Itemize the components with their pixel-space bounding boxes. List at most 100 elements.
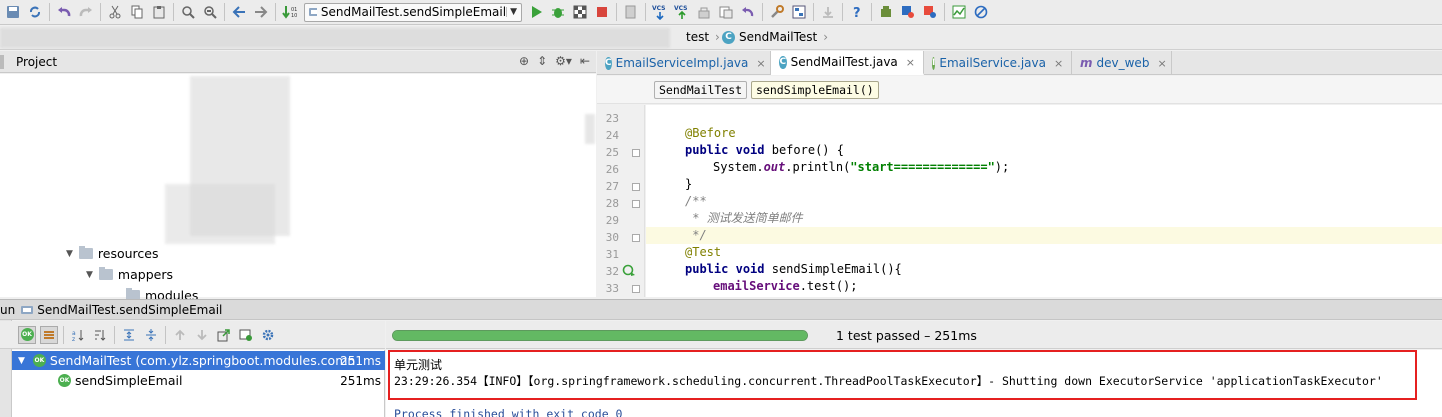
sdk-manager-icon[interactable] bbox=[819, 3, 837, 21]
fold-marker-icon[interactable] bbox=[632, 200, 640, 208]
line-number: 33 bbox=[605, 282, 619, 295]
save-icon[interactable] bbox=[4, 3, 22, 21]
keyword: public bbox=[685, 262, 729, 276]
chevron-down-icon[interactable]: ▼ bbox=[66, 249, 73, 259]
forward-icon[interactable] bbox=[252, 3, 270, 21]
find-icon[interactable] bbox=[179, 3, 197, 21]
interface-icon: I bbox=[932, 56, 936, 70]
test-suite-row[interactable]: ▼ OK SendMailTest (com.ylz.springboot.mo… bbox=[12, 351, 385, 370]
tab-sendmailtest[interactable]: C SendMailTest.java × bbox=[771, 51, 924, 75]
line-number: 30 bbox=[605, 231, 619, 244]
run-configuration-label: SendMailTest.sendSimpleEmail bbox=[320, 5, 507, 19]
debug-icon[interactable] bbox=[549, 3, 567, 21]
tab-emailserviceimpl[interactable]: C EmailServiceImpl.java × bbox=[597, 51, 771, 75]
chevron-right-icon: › bbox=[715, 30, 720, 44]
hide-icon[interactable]: ⇤ bbox=[580, 54, 590, 68]
breadcrumb-class[interactable]: C SendMailTest › bbox=[722, 30, 834, 44]
vcs-history-icon[interactable] bbox=[717, 3, 735, 21]
run-test-gutter-icon[interactable] bbox=[622, 263, 636, 277]
next-failed-icon[interactable] bbox=[193, 326, 211, 344]
code-text: System. bbox=[713, 160, 764, 174]
breadcrumb-class-sendmailtest[interactable]: SendMailTest bbox=[654, 81, 748, 99]
tree-item-mappers[interactable]: ▼ mappers bbox=[86, 267, 173, 282]
back-icon[interactable] bbox=[230, 3, 248, 21]
collapse-icon[interactable]: ⇕ bbox=[537, 54, 547, 68]
tab-label: SendMailTest.java bbox=[790, 55, 898, 69]
project-panel-title: Project bbox=[16, 54, 58, 69]
fold-marker-icon[interactable] bbox=[632, 234, 640, 242]
undo-icon[interactable] bbox=[55, 3, 73, 21]
run-panel-title[interactable]: SendMailTest.sendSimpleEmail bbox=[37, 303, 222, 317]
gear-icon[interactable] bbox=[259, 326, 277, 344]
static-field: out bbox=[763, 160, 786, 174]
run-configuration-select[interactable]: SendMailTest.sendSimpleEmail ▼ bbox=[304, 2, 522, 22]
settings-icon[interactable] bbox=[768, 3, 786, 21]
code-line-26: System.out.println("start=============")… bbox=[646, 159, 1442, 176]
keyword: void bbox=[735, 143, 765, 157]
vcs-update-icon[interactable]: VCS bbox=[651, 3, 669, 21]
sort-alpha-icon[interactable]: az bbox=[69, 326, 87, 344]
disable-icon[interactable] bbox=[972, 3, 990, 21]
stop-icon[interactable] bbox=[593, 3, 611, 21]
plugin-icon[interactable] bbox=[899, 3, 917, 21]
sync-icon[interactable] bbox=[26, 3, 44, 21]
show-ignored-icon[interactable] bbox=[40, 325, 58, 344]
vcs-push-icon[interactable] bbox=[695, 3, 713, 21]
code-text: before() { bbox=[764, 143, 844, 157]
svg-text:VCS: VCS bbox=[652, 5, 665, 12]
project-panel-header: Project ⊕ ⇕ ⚙▾ ⇤ bbox=[0, 51, 596, 73]
show-passed-icon[interactable]: OK bbox=[18, 325, 36, 344]
monitor-icon[interactable] bbox=[950, 3, 968, 21]
chevron-down-icon[interactable]: ▼ bbox=[86, 270, 93, 280]
android-icon[interactable] bbox=[877, 3, 895, 21]
run-config-icon bbox=[309, 8, 317, 16]
run-tool-window-label[interactable]: un bbox=[0, 303, 15, 317]
toolbar-separator bbox=[871, 3, 872, 21]
close-icon[interactable]: × bbox=[906, 56, 915, 69]
history-icon[interactable] bbox=[237, 326, 255, 344]
tab-emailservice[interactable]: I EmailService.java × bbox=[924, 51, 1072, 75]
gear-icon[interactable]: ⚙▾ bbox=[555, 54, 572, 68]
toolbar-separator bbox=[944, 3, 945, 21]
redo-icon[interactable] bbox=[77, 3, 95, 21]
code-line-24: @Before bbox=[646, 125, 1442, 142]
collapse-all-icon[interactable] bbox=[142, 326, 160, 344]
paste-icon[interactable] bbox=[150, 3, 168, 21]
previous-failed-icon[interactable] bbox=[171, 326, 189, 344]
breadcrumb-test[interactable]: test › bbox=[686, 30, 726, 44]
expand-all-icon[interactable] bbox=[120, 326, 138, 344]
tab-dev-web[interactable]: m dev_web × bbox=[1072, 51, 1172, 75]
run-icon[interactable] bbox=[527, 3, 545, 21]
structure-icon[interactable] bbox=[790, 3, 808, 21]
chevron-down-icon[interactable]: ▼ bbox=[18, 356, 25, 366]
chevron-down-icon[interactable]: ▼ bbox=[506, 7, 517, 17]
revert-icon[interactable] bbox=[739, 3, 757, 21]
tree-item-resources[interactable]: ▼ resources bbox=[66, 246, 159, 261]
fold-marker-icon[interactable] bbox=[632, 285, 640, 293]
copy-icon[interactable] bbox=[128, 3, 146, 21]
code-editor[interactable]: @Before public void before() { System.ou… bbox=[646, 105, 1442, 297]
sort-duration-icon[interactable] bbox=[91, 326, 109, 344]
export-icon[interactable] bbox=[215, 326, 233, 344]
fold-marker-icon[interactable] bbox=[632, 183, 640, 191]
fold-marker-icon[interactable] bbox=[632, 149, 640, 157]
close-icon[interactable]: × bbox=[1054, 57, 1063, 70]
code-line-32: public void sendSimpleEmail(){ bbox=[646, 261, 1442, 278]
build-icon[interactable]: 01 10 bbox=[281, 3, 299, 21]
code-line-30-current: */ bbox=[646, 227, 1442, 244]
breadcrumb-method-sendsimpleemail[interactable]: sendSimpleEmail() bbox=[751, 81, 879, 99]
locate-icon[interactable]: ⊕ bbox=[519, 54, 529, 68]
plugin2-icon[interactable] bbox=[921, 3, 939, 21]
help-icon[interactable]: ? bbox=[848, 3, 866, 21]
close-icon[interactable]: × bbox=[1157, 57, 1166, 70]
sdk-icon[interactable] bbox=[622, 3, 640, 21]
coverage-icon[interactable] bbox=[571, 3, 589, 21]
replace-icon[interactable] bbox=[201, 3, 219, 21]
cut-icon[interactable] bbox=[106, 3, 124, 21]
svg-text:VCS: VCS bbox=[674, 5, 687, 12]
test-case-row[interactable]: OK sendSimpleEmail 251ms bbox=[12, 371, 385, 390]
annotation-before: @Before bbox=[685, 126, 736, 140]
toolbar-separator bbox=[173, 3, 174, 21]
close-icon[interactable]: × bbox=[756, 57, 765, 70]
vcs-commit-icon[interactable]: VCS bbox=[673, 3, 691, 21]
